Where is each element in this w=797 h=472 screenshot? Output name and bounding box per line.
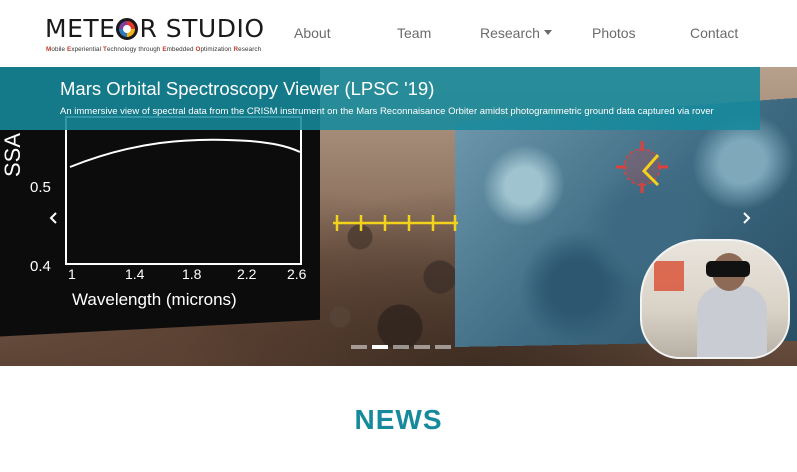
nav-team[interactable]: Team — [397, 24, 431, 42]
carousel-next-button[interactable] — [738, 207, 756, 229]
graph-xtick: 1.8 — [182, 266, 202, 282]
graph-ytick: 0.4 — [30, 258, 51, 275]
carousel-prev-button[interactable] — [44, 207, 62, 229]
slide-title: Mars Orbital Spectroscopy Viewer (LPSC '… — [60, 78, 435, 99]
graph-ytick: 0.5 — [30, 179, 51, 196]
carousel-indicator[interactable] — [435, 345, 451, 349]
nav-research-dropdown[interactable]: Research — [480, 24, 552, 42]
nav-research-label: Research — [480, 25, 540, 41]
hero-carousel: SSA 0.5 0.4 1 1.4 1.8 2.2 2.6 Wavelength (mi… — [0, 67, 797, 366]
target-marker-icon — [616, 141, 668, 193]
brand-logo[interactable]: METE R STUDIO Mobile Experiential Technol… — [45, 14, 264, 58]
carousel-indicator[interactable] — [372, 345, 388, 349]
carousel-indicator[interactable] — [414, 345, 430, 349]
person-body — [697, 286, 767, 357]
nav-about[interactable]: About — [294, 24, 331, 42]
caret-down-icon — [543, 30, 552, 35]
brand-title: METE R STUDIO — [45, 14, 265, 43]
ruler-marker — [333, 215, 458, 231]
news-heading: NEWS — [354, 404, 443, 435]
nav-photos[interactable]: Photos — [592, 24, 636, 42]
whiteboard-decoration — [654, 261, 684, 291]
graph-xlabel: Wavelength (microns) — [72, 290, 237, 309]
carousel-indicator[interactable] — [351, 345, 367, 349]
slide-description: An immersive view of spectral data from … — [60, 106, 714, 117]
graph-xtick: 1 — [68, 266, 76, 282]
graph-xtick: 2.2 — [237, 266, 257, 282]
carousel-indicator[interactable] — [393, 345, 409, 349]
vr-headset-icon — [706, 261, 750, 277]
graph-xtick: 2.6 — [287, 266, 307, 282]
graph-ylabel: SSA — [0, 133, 25, 177]
navbar: METE R STUDIO Mobile Experiential Technol… — [0, 0, 797, 67]
chevron-right-icon — [743, 212, 751, 224]
carousel-indicators — [351, 345, 451, 351]
nav-contact[interactable]: Contact — [690, 24, 738, 42]
meteor-logo-icon — [116, 18, 139, 40]
graph-xtick: 1.4 — [125, 266, 145, 282]
vr-user-photo — [640, 239, 790, 359]
carousel-caption: Mars Orbital Spectroscopy Viewer (LPSC '… — [0, 67, 760, 130]
brand-subtitle: Mobile Experiential Technology through E… — [46, 46, 262, 53]
chevron-left-icon — [49, 212, 57, 224]
